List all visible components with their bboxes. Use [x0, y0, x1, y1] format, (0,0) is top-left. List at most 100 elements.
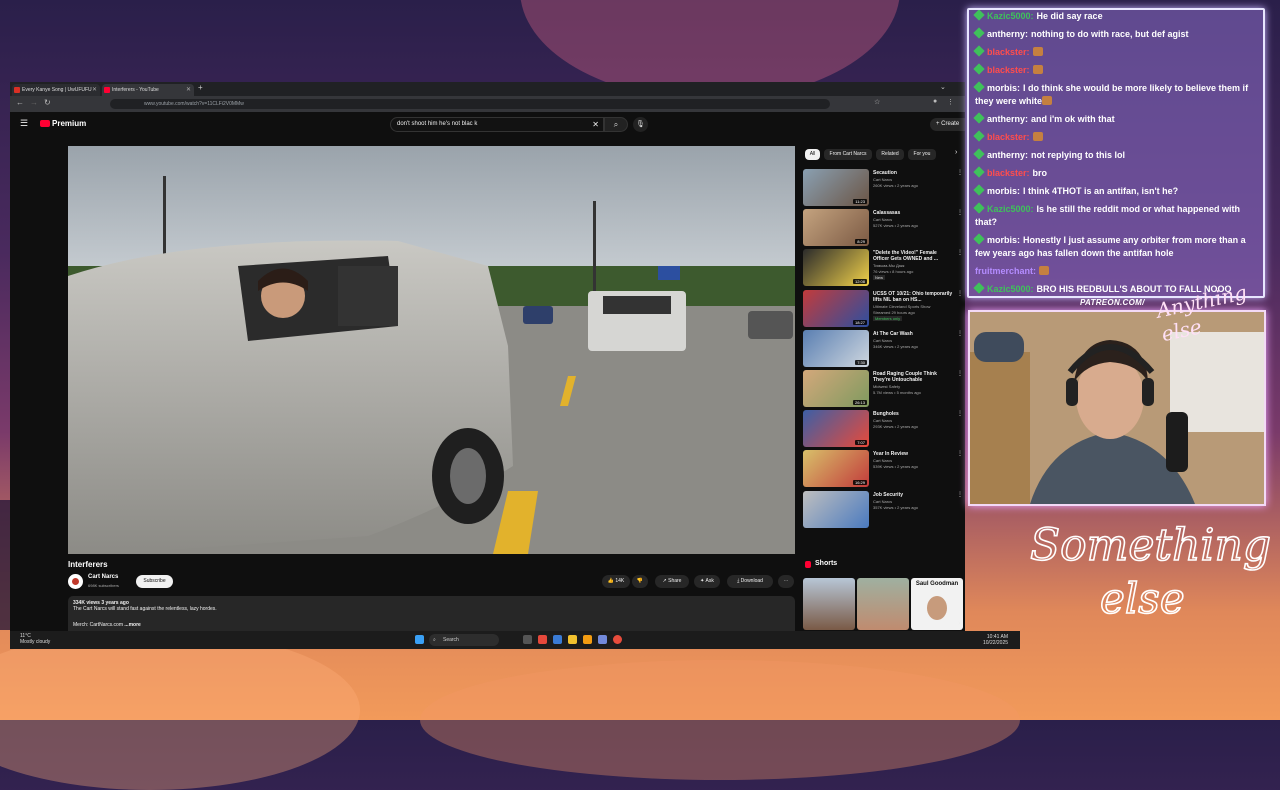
recommendation-title[interactable]: At The Car Wash [873, 331, 953, 337]
app-icon[interactable] [553, 635, 562, 644]
recommendation-channel[interactable]: Cart Narcs [873, 338, 892, 343]
recommendation-channel[interactable]: Cart Narcs [873, 418, 892, 423]
create-button[interactable]: + Create [930, 118, 965, 131]
recommendation-title[interactable]: Calassasas [873, 210, 953, 216]
more-options-icon[interactable]: ⋮ [957, 209, 963, 216]
close-tab-icon[interactable]: ✕ [92, 84, 97, 96]
recommendation-title[interactable]: Road Raging Couple Think They're Untouch… [873, 371, 953, 383]
chat-username[interactable]: antherny: [987, 29, 1028, 39]
short-card[interactable] [857, 578, 909, 630]
task-view-icon[interactable] [523, 635, 532, 644]
browser-app-icon[interactable] [538, 635, 547, 644]
recommendation-thumbnail[interactable]: 12:08 [803, 249, 869, 287]
system-clock[interactable]: 10:41 AM 10/22/2025 [983, 634, 1008, 646]
chat-username[interactable]: Kazic5000: [987, 284, 1034, 294]
recommendation-item[interactable]: Job Security Cart Narcs 357K views • 2 yea… [803, 490, 963, 530]
forward-icon[interactable]: → [30, 98, 38, 107]
chat-username[interactable]: antherny: [987, 150, 1028, 160]
chat-username[interactable]: Kazic5000: [987, 204, 1034, 214]
new-tab-icon[interactable]: + [198, 83, 203, 92]
recommendation-title[interactable]: UCSS OT 10/21: Ohio temporarily lifts NI… [873, 291, 953, 303]
url-field[interactable]: www.youtube.com/watch?v=11CLFi2V0MMw [110, 99, 830, 109]
voice-search-button[interactable]: 🎙 [633, 117, 648, 132]
chat-username[interactable]: Kazic5000: [987, 11, 1034, 21]
recommendation-title[interactable]: "Delete the Video!" Female Officer Gets … [873, 250, 953, 262]
chat-username[interactable]: morbis: [987, 83, 1020, 93]
shorts-next-icon[interactable]: › [958, 620, 960, 627]
download-button[interactable]: ⤓ Download [727, 575, 773, 588]
more-options-icon[interactable]: ⋮ [957, 410, 963, 417]
recommendation-title[interactable]: Bungholes [873, 411, 953, 417]
recommendation-thumbnail[interactable] [803, 490, 869, 528]
more-actions-button[interactable]: ⋯ [778, 575, 794, 588]
recommendation-item[interactable]: 8:29 Calassasas Cart Narcs 527K views • 2 y… [803, 209, 963, 248]
channel-name[interactable]: Cart Narcs [88, 574, 118, 580]
app-icon[interactable] [583, 635, 592, 644]
recommendation-title[interactable]: Secaution [873, 170, 953, 176]
recommendation-thumbnail[interactable]: 7:07 [803, 410, 869, 448]
recommendation-thumbnail[interactable]: 16:29 [803, 450, 869, 488]
more-options-icon[interactable]: ⋮ [957, 491, 963, 498]
like-button[interactable]: 👍 14K [602, 575, 630, 588]
reload-icon[interactable]: ↻ [44, 98, 51, 107]
recommendation-channel[interactable]: Тимьма-Мы Дакк [873, 263, 904, 268]
more-options-icon[interactable]: ⋮ [957, 290, 963, 297]
recommendation-thumbnail[interactable]: 26:13 [803, 370, 869, 407]
hamburger-menu-icon[interactable]: ☰ [20, 118, 28, 129]
bookmark-star-icon[interactable]: ☆ [874, 98, 880, 106]
short-card[interactable] [803, 578, 855, 630]
more-options-icon[interactable]: ⋮ [957, 370, 963, 377]
channel-avatar[interactable] [68, 574, 83, 589]
recommendation-channel[interactable]: Cart Narcs [873, 499, 892, 504]
recommendation-item[interactable]: 11:23 Secaution Cart Narcs 260K views • 2 y… [803, 169, 963, 208]
profile-icon[interactable]: ● [933, 98, 937, 105]
recommendation-item[interactable]: 26:13 Road Raging Couple Think They're Un… [803, 370, 963, 409]
chat-username[interactable]: morbis: [987, 235, 1020, 245]
ask-button[interactable]: ✦ Ask [694, 575, 720, 588]
recommendation-channel[interactable]: Cart Narcs [873, 458, 892, 463]
clear-search-icon[interactable]: ✕ [592, 118, 599, 131]
recommendation-item[interactable]: 12:08 "Delete the Video!" Female Officer … [803, 249, 963, 288]
show-more-link[interactable]: ...more [124, 622, 140, 628]
video-player[interactable] [68, 146, 795, 554]
taskbar-search[interactable]: ⌕ Search [429, 634, 499, 646]
weather-widget[interactable]: 11°C Mostly cloudy [20, 633, 50, 645]
youtube-logo-icon[interactable] [40, 120, 50, 127]
chat-username[interactable]: fruitmerchant: [975, 266, 1036, 276]
more-options-icon[interactable]: ⋮ [957, 249, 963, 256]
more-options-icon[interactable]: ⋮ [957, 450, 963, 457]
back-icon[interactable]: ← [16, 98, 24, 107]
recommendation-channel[interactable]: Ultimate Cleveland Sports Show [873, 304, 930, 309]
chat-username[interactable]: blackster: [987, 132, 1030, 142]
chat-username[interactable]: blackster: [987, 65, 1030, 75]
recommendation-item[interactable]: 18:27 UCSS OT 10/21: Ohio temporarily lif… [803, 289, 963, 329]
recommendation-item[interactable]: 7:30 At The Car Wash Cart Narcs 346K views … [803, 329, 963, 369]
recommendation-thumbnail[interactable]: 18:27 [803, 289, 869, 327]
description-link[interactable]: Merch: CartNarcs.com [73, 622, 123, 628]
tab-youtube[interactable]: Interferers - YouTube ✕ [102, 84, 194, 96]
search-button[interactable]: ⌕ [604, 117, 628, 132]
more-options-icon[interactable]: ⋮ [957, 169, 963, 176]
chevron-right-icon[interactable]: › [955, 149, 957, 156]
chip-from-channel[interactable]: From Cart Narcs [824, 149, 872, 160]
search-input[interactable]: don't shoot him he's not blac k ✕ [390, 117, 604, 132]
recommendation-title[interactable]: Job Security [873, 492, 953, 498]
subscribe-button[interactable]: Subscribe [136, 575, 173, 588]
discord-icon[interactable] [598, 635, 607, 644]
chat-username[interactable]: blackster: [987, 47, 1030, 57]
chat-username[interactable]: antherny: [987, 114, 1028, 124]
close-tab-icon[interactable]: ✕ [186, 84, 191, 96]
chat-username[interactable]: blackster: [987, 168, 1030, 178]
file-explorer-icon[interactable] [568, 635, 577, 644]
tab-kanye[interactable]: Every Kanye Song | UwUFUFU ✕ [12, 84, 100, 96]
recommendation-channel[interactable]: Cart Narcs [873, 177, 892, 182]
short-card[interactable]: Saul Goodman [911, 578, 963, 630]
dislike-button[interactable]: 👎 [632, 575, 648, 588]
recommendation-channel[interactable]: Cart Narcs [873, 217, 892, 222]
recommendation-item[interactable]: 16:29 Year In Review Cart Narcs 539K views … [803, 450, 963, 489]
recommendation-thumbnail[interactable]: 11:23 [803, 169, 869, 206]
recommendation-thumbnail[interactable]: 7:30 [803, 329, 869, 367]
tab-list-icon[interactable]: ⌄ [940, 83, 946, 91]
chip-related[interactable]: Related [876, 149, 904, 160]
more-options-icon[interactable]: ⋮ [957, 330, 963, 337]
